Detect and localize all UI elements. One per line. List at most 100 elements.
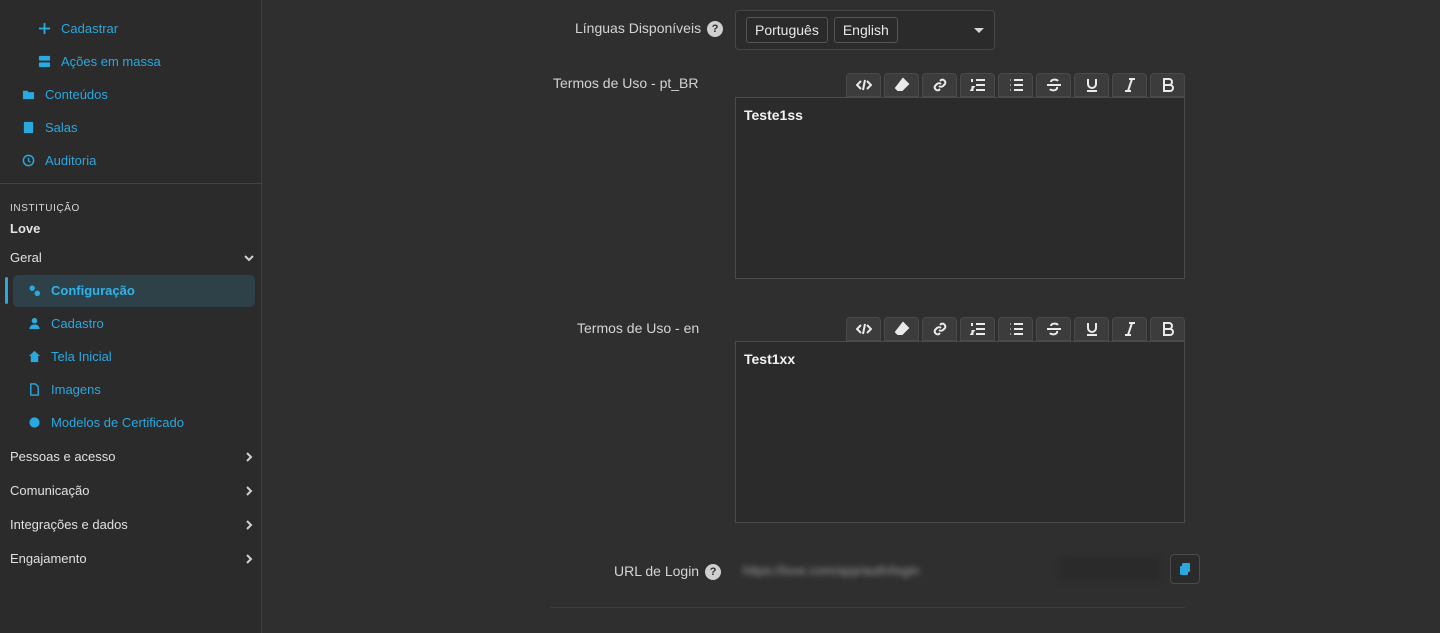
help-icon[interactable]: ? [705,564,722,581]
sidebar-item-tela-inicial[interactable]: Tela Inicial [27,349,112,364]
editor-toolbar-en [846,317,1185,341]
sidebar-item-label: Cadastro [51,316,104,331]
sidebar-item-salas[interactable]: Salas [21,120,78,135]
terms-en-editor[interactable]: Test1xx [735,341,1185,523]
chevron-right-icon [246,451,253,462]
users-icon [20,0,34,5]
unordered-list-button[interactable] [998,73,1033,97]
sidebar-item-label: Modelos de Certificado [51,415,184,430]
language-tag-english[interactable]: English [833,17,898,43]
ordered-list-button[interactable] [960,317,995,341]
chevron-right-icon [246,519,253,530]
bold-button[interactable] [1150,73,1185,97]
ordered-list-icon [969,79,985,91]
group-label: Geral [10,250,42,265]
strikethrough-button[interactable] [1036,317,1071,341]
link-icon [933,322,946,336]
file-icon [27,383,41,397]
italic-icon [1124,78,1135,92]
copy-url-button[interactable] [1170,554,1200,584]
sidebar-top-cut-item [20,0,60,2]
sidebar-item-label: Ações em massa [61,54,161,69]
languages-label: Línguas Disponíveis? [575,20,724,38]
group-engajamento[interactable]: Engajamento [10,551,255,566]
italic-button[interactable] [1112,73,1147,97]
sidebar-item-label: Configuração [51,283,135,298]
copy-icon [1180,563,1190,575]
login-url-label-text: URL de Login [614,563,700,579]
underline-icon [1086,323,1097,336]
group-label: Comunicação [10,483,90,498]
sidebar-item-configuracao[interactable]: Configuração [27,283,135,298]
group-integracoes-e-dados[interactable]: Integrações e dados [10,517,255,532]
group-geral[interactable]: Geral [10,250,255,265]
sidebar-item-auditoria[interactable]: Auditoria [21,153,96,168]
sidebar-item-label: Conteúdos [45,87,108,102]
history-icon [21,154,35,168]
terms-en-label: Termos de Uso - en [577,320,700,336]
stack-icon [37,55,51,69]
book-icon [21,121,35,135]
sidebar-item-cadastro[interactable]: Cadastro [27,316,104,331]
sidebar-item-label: Imagens [51,382,101,397]
sidebar-divider [0,183,262,184]
sidebar-item-label: Tela Inicial [51,349,112,364]
sidebar-item-label: Auditoria [45,153,97,168]
help-icon[interactable]: ? [707,21,724,38]
sidebar-item-imagens[interactable]: Imagens [27,382,101,397]
code-icon [855,323,872,335]
sidebar: Cadastrar Ações em massa Conteúdos Salas… [0,0,262,633]
sidebar-item-label: Cadastrar [61,21,119,36]
chevron-right-icon [246,485,253,496]
sidebar-item-conteudos[interactable]: Conteúdos [21,87,108,102]
strikethrough-icon [1046,322,1061,336]
underline-button[interactable] [1074,317,1109,341]
strikethrough-button[interactable] [1036,73,1071,97]
home-icon [27,350,41,364]
group-label: Engajamento [10,551,87,566]
group-label: Pessoas e acesso [10,449,116,464]
code-icon [855,79,872,91]
code-view-button[interactable] [846,73,881,97]
login-url-blur-extension [1060,557,1160,581]
italic-button[interactable] [1112,317,1147,341]
bold-icon [1162,78,1174,92]
group-comunicacao[interactable]: Comunicação [10,483,255,498]
group-label: Integrações e dados [10,517,128,532]
clear-format-button[interactable] [884,317,919,341]
bold-button[interactable] [1150,317,1185,341]
plus-icon [37,22,51,36]
italic-icon [1124,322,1135,336]
ordered-list-button[interactable] [960,73,995,97]
code-view-button[interactable] [846,317,881,341]
link-icon [933,78,946,92]
sidebar-item-cadastrar[interactable]: Cadastrar [37,21,118,36]
group-pessoas-e-acesso[interactable]: Pessoas e acesso [10,449,255,464]
active-item-indicator [5,277,8,304]
link-button[interactable] [922,73,957,97]
link-button[interactable] [922,317,957,341]
unordered-list-icon [1009,323,1023,335]
clear-format-button[interactable] [884,73,919,97]
underline-icon [1086,79,1097,92]
caret-down-icon[interactable] [974,28,984,33]
form-divider [550,607,1185,608]
terms-pt-label: Termos de Uso - pt_BR [553,75,699,91]
folder-icon [21,88,35,102]
sidebar-item-modelos-de-certificado[interactable]: Modelos de Certificado [27,415,184,430]
login-url-label: URL de Login? [614,563,722,581]
sidebar-item-label: Salas [45,120,78,135]
login-url-value: https://love.com/app/auth/login [743,562,920,578]
sidebar-item-acoes-em-massa[interactable]: Ações em massa [37,54,161,69]
chevron-down-icon [244,254,254,261]
languages-select[interactable]: Português English [735,10,995,50]
chevron-right-icon [246,553,253,564]
underline-button[interactable] [1074,73,1109,97]
editor-toolbar-pt [846,73,1185,97]
unordered-list-button[interactable] [998,317,1033,341]
language-tag-portugues[interactable]: Português [746,17,828,43]
certificate-icon [27,416,41,430]
bold-icon [1162,322,1174,336]
strikethrough-icon [1046,78,1061,92]
terms-pt-editor[interactable]: Teste1ss [735,97,1185,279]
